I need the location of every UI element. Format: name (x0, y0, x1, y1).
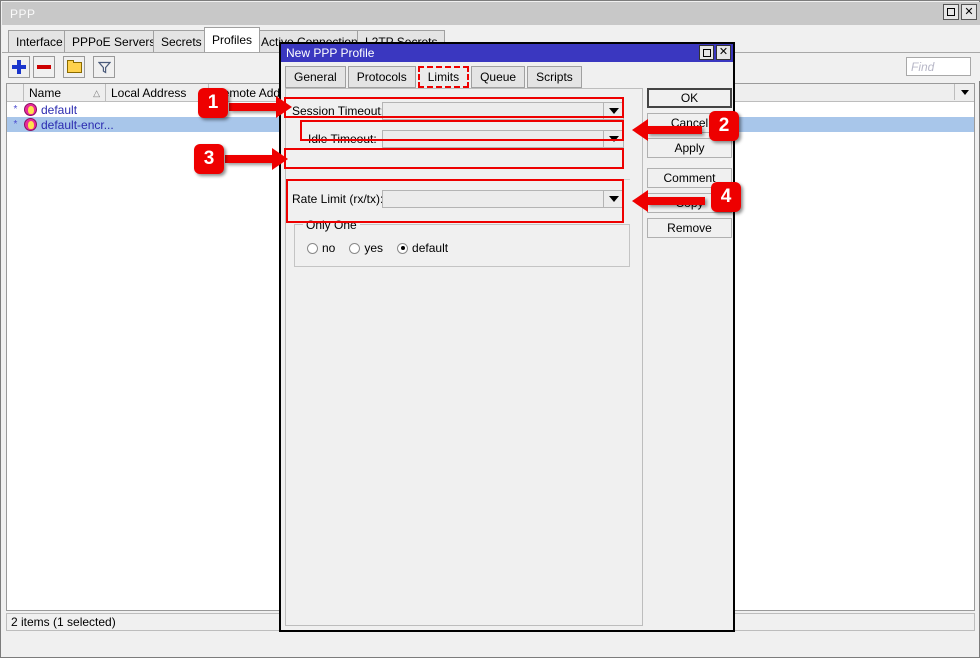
column-chooser-button[interactable] (954, 84, 974, 100)
window-titlebar: PPP ✕ (2, 2, 980, 25)
dialog-tab-scripts[interactable]: Scripts (527, 66, 582, 88)
dialog-body: Session Timeout: Idle Timeout: Rate Limi… (285, 88, 643, 626)
close-icon[interactable]: ✕ (961, 4, 977, 20)
profile-icon (24, 103, 37, 116)
chevron-down-icon (961, 90, 969, 95)
annotation-badge-3: 3 (194, 144, 224, 174)
annotation-badge-4: 4 (711, 182, 741, 212)
radio-label: default (412, 241, 448, 255)
search-input[interactable]: Find (906, 57, 971, 76)
dialog-tab-protocols[interactable]: Protocols (348, 66, 416, 88)
dialog-maximize-icon[interactable] (699, 45, 714, 60)
dialog-title: New PPP Profile (286, 46, 374, 60)
session-timeout-label: Session Timeout: (292, 104, 382, 118)
tab-profiles[interactable]: Profiles (204, 27, 260, 52)
row-name: default (41, 103, 77, 117)
ppp-window: PPP ✕ Interface PPPoE Servers Secrets Pr… (0, 0, 980, 658)
rate-limit-input[interactable] (382, 190, 604, 208)
filter-button[interactable] (93, 56, 115, 78)
only-one-title: Only One (303, 218, 360, 232)
minus-icon (37, 65, 51, 69)
radio-label: no (322, 241, 335, 255)
dialog-tab-queue[interactable]: Queue (471, 66, 525, 88)
idle-timeout-dropdown[interactable] (604, 130, 624, 148)
column-local-address[interactable]: Local Address (106, 84, 209, 101)
annotation-arrow-2 (647, 126, 702, 134)
idle-timeout-label: Idle Timeout: (308, 132, 382, 146)
dialog-tab-general[interactable]: General (285, 66, 346, 88)
divider (292, 179, 630, 180)
radio-icon (349, 243, 360, 254)
column-name[interactable]: Name △ (24, 84, 106, 101)
ok-button[interactable]: OK (647, 88, 732, 108)
window-controls: ✕ (943, 4, 977, 20)
tab-pppoe-servers[interactable]: PPPoE Servers (64, 30, 163, 52)
add-button[interactable] (8, 56, 30, 78)
column-flag (7, 84, 24, 101)
dialog-titlebar: New PPP Profile ✕ (281, 44, 733, 62)
row-name: default-encr... (41, 118, 114, 132)
row-flag: * (7, 119, 24, 130)
radio-only-one-no[interactable]: no (307, 241, 335, 255)
session-timeout-field: Session Timeout: (292, 102, 624, 120)
radio-only-one-default[interactable]: default (397, 241, 448, 255)
rate-limit-dropdown[interactable] (604, 190, 624, 208)
apply-button[interactable]: Apply (647, 138, 732, 158)
remove-button[interactable]: Remove (647, 218, 732, 238)
window-title: PPP (10, 7, 36, 21)
session-timeout-dropdown[interactable] (604, 102, 624, 120)
only-one-radios: no yes default (307, 241, 448, 255)
chevron-down-icon (609, 108, 619, 114)
dialog-tab-limits[interactable]: Limits (418, 66, 469, 88)
filter-icon (98, 61, 111, 74)
session-timeout-input[interactable] (382, 102, 604, 120)
only-one-group: Only One no yes default (294, 224, 630, 267)
chevron-down-icon (609, 196, 619, 202)
annotation-badge-1: 1 (198, 88, 228, 118)
sort-ascending-icon: △ (93, 88, 100, 99)
dialog-controls: ✕ (699, 45, 731, 60)
dialog-tabstrip: General Protocols Limits Queue Scripts (285, 66, 584, 88)
status-text: 2 items (1 selected) (11, 615, 116, 629)
radio-label: yes (364, 241, 383, 255)
annotation-arrow-1 (229, 103, 277, 111)
plus-icon (12, 60, 26, 74)
tab-interface[interactable]: Interface (8, 30, 71, 52)
radio-icon (397, 243, 408, 254)
tab-secrets[interactable]: Secrets (153, 30, 210, 52)
row-flag: * (7, 104, 24, 115)
remove-button[interactable] (33, 56, 55, 78)
annotation-arrow-3 (225, 155, 273, 163)
rate-limit-field: Rate Limit (rx/tx): (292, 190, 624, 208)
rate-limit-label: Rate Limit (rx/tx): (292, 192, 382, 206)
idle-timeout-field: Idle Timeout: (308, 130, 624, 148)
chevron-down-icon (609, 136, 619, 142)
enable-button[interactable] (63, 56, 85, 78)
radio-icon (307, 243, 318, 254)
dialog-close-icon[interactable]: ✕ (716, 45, 731, 60)
idle-timeout-input[interactable] (382, 130, 604, 148)
radio-only-one-yes[interactable]: yes (349, 241, 383, 255)
profile-icon (24, 118, 37, 131)
annotation-arrow-4 (647, 197, 705, 205)
folder-icon (67, 62, 82, 73)
maximize-icon[interactable] (943, 4, 959, 20)
annotation-badge-2: 2 (709, 111, 739, 141)
